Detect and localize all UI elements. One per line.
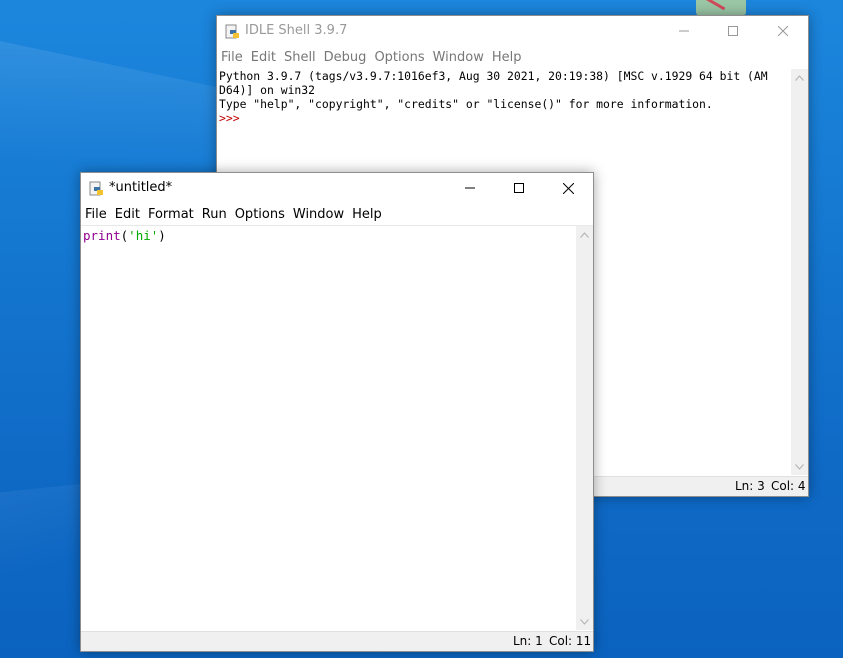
menu-edit[interactable]: Edit bbox=[247, 50, 280, 65]
window-title: IDLE Shell 3.9.7 bbox=[245, 23, 348, 38]
editor-vertical-scrollbar[interactable] bbox=[576, 226, 593, 630]
shell-output-line: D64)] on win32 bbox=[219, 83, 316, 97]
scroll-down-button[interactable] bbox=[576, 613, 593, 630]
editor-menubar: File Edit Format Run Options Window Help bbox=[81, 203, 593, 226]
scroll-down-button[interactable] bbox=[791, 458, 808, 475]
close-icon bbox=[562, 182, 574, 194]
minimize-button[interactable] bbox=[447, 173, 493, 203]
desktop: IDLE Shell 3.9.7 File Edit Shell Debug O… bbox=[0, 0, 843, 658]
maximize-button[interactable] bbox=[496, 173, 542, 203]
chevron-up-icon bbox=[795, 74, 804, 81]
scroll-up-button[interactable] bbox=[576, 226, 593, 243]
menu-help[interactable]: Help bbox=[488, 50, 526, 65]
maximize-icon bbox=[728, 26, 738, 36]
menu-debug[interactable]: Debug bbox=[320, 50, 371, 65]
close-button[interactable] bbox=[545, 173, 591, 203]
maximize-button[interactable] bbox=[710, 16, 756, 46]
code-string: 'hi' bbox=[128, 228, 159, 243]
menu-options[interactable]: Options bbox=[370, 50, 428, 65]
desktop-app-icon[interactable] bbox=[696, 0, 746, 16]
minimize-button[interactable] bbox=[661, 16, 707, 46]
editor-window: *untitled* File Edit Format Run Options … bbox=[80, 172, 594, 652]
code-editor[interactable]: print('hi') bbox=[83, 226, 573, 630]
line-number-status: Ln: 3 bbox=[735, 479, 765, 493]
minimize-icon bbox=[679, 30, 689, 32]
menu-edit[interactable]: Edit bbox=[111, 207, 144, 222]
shell-prompt: >>> bbox=[219, 111, 240, 125]
chevron-down-icon bbox=[580, 618, 589, 625]
menu-help[interactable]: Help bbox=[348, 207, 386, 222]
shell-vertical-scrollbar[interactable] bbox=[791, 69, 808, 475]
shell-menubar: File Edit Shell Debug Options Window Hel… bbox=[217, 46, 808, 68]
python-idle-icon bbox=[89, 181, 103, 196]
window-title: *untitled* bbox=[109, 180, 173, 195]
scroll-up-button[interactable] bbox=[791, 69, 808, 86]
line-number-status: Ln: 1 bbox=[513, 634, 543, 648]
code-line: print('hi') bbox=[83, 228, 573, 243]
code-paren: ) bbox=[158, 228, 166, 243]
shell-titlebar[interactable]: IDLE Shell 3.9.7 bbox=[217, 16, 808, 46]
close-button[interactable] bbox=[760, 16, 806, 46]
editor-titlebar[interactable]: *untitled* bbox=[81, 173, 593, 203]
column-number-status: Col: 4 bbox=[771, 479, 806, 493]
chevron-up-icon bbox=[580, 231, 589, 238]
editor-statusbar: Ln: 1 Col: 11 bbox=[81, 631, 593, 651]
python-idle-icon bbox=[225, 24, 239, 39]
close-icon bbox=[778, 26, 788, 36]
menu-file[interactable]: File bbox=[217, 50, 247, 65]
maximize-icon bbox=[514, 183, 524, 193]
menu-run[interactable]: Run bbox=[198, 207, 231, 222]
shell-output-line: Python 3.9.7 (tags/v3.9.7:1016ef3, Aug 3… bbox=[219, 69, 768, 83]
menu-window[interactable]: Window bbox=[289, 207, 348, 222]
menu-format[interactable]: Format bbox=[144, 207, 198, 222]
chevron-down-icon bbox=[795, 463, 804, 470]
menu-window[interactable]: Window bbox=[429, 50, 488, 65]
minimize-icon bbox=[465, 187, 475, 189]
code-builtin: print bbox=[83, 228, 121, 243]
menu-shell[interactable]: Shell bbox=[280, 50, 320, 65]
menu-file[interactable]: File bbox=[81, 207, 111, 222]
column-number-status: Col: 11 bbox=[549, 634, 592, 648]
menu-options[interactable]: Options bbox=[231, 207, 289, 222]
shell-output-line: Type "help", "copyright", "credits" or "… bbox=[219, 97, 713, 111]
